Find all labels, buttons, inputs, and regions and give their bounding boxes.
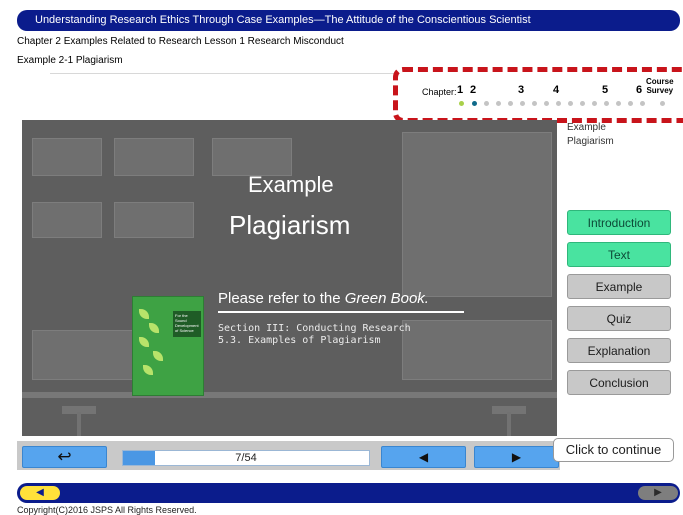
chapter-link-2[interactable]: 2 — [470, 84, 476, 96]
section-line-1: Section III: Conducting Research — [218, 323, 411, 334]
breadcrumb-example: Example 2-1 Plagiarism — [17, 55, 123, 66]
section-button-text[interactable]: Text — [567, 242, 671, 267]
section-button-quiz[interactable]: Quiz — [567, 306, 671, 331]
progress-dot — [616, 101, 621, 106]
next-page-button[interactable]: ▶ — [474, 446, 559, 468]
lab-stool-leg — [77, 412, 81, 436]
page-progress-bar: 7/54 — [122, 450, 370, 466]
refer-text: Please refer to the Green Book. — [218, 290, 429, 307]
slide-panel[interactable]: Example Plagiarism For the Sound Develop… — [22, 120, 557, 436]
book-title: For the Sound Development of Science — [173, 311, 201, 337]
return-icon: ↩ — [57, 447, 72, 466]
copyright-text: Copyright(C)2016 JSPS All Rights Reserve… — [17, 505, 197, 515]
continue-tooltip: Click to continue — [553, 438, 674, 462]
triangle-left-icon: ◀ — [418, 450, 429, 464]
lab-shelf — [32, 202, 102, 238]
chapter-label: Chapter: — [422, 87, 457, 97]
lab-bench — [22, 392, 557, 398]
back-button[interactable]: ↩ — [22, 446, 107, 468]
progress-dot — [556, 101, 561, 106]
chapter-link-3[interactable]: 3 — [518, 84, 524, 96]
course-survey-link[interactable]: Course Survey — [646, 77, 674, 95]
breadcrumb-chapter: Chapter 2 Examples Related to Research L… — [17, 36, 344, 47]
course-survey-label-line1: Course — [646, 77, 674, 86]
triangle-right-icon: ▶ — [511, 450, 522, 464]
divider — [50, 73, 430, 74]
book-leaf-shape — [139, 337, 149, 347]
progress-dot — [532, 101, 537, 106]
chapter-link-4[interactable]: 4 — [553, 84, 559, 96]
section-button-introduction[interactable]: Introduction — [567, 210, 671, 235]
progress-dot — [628, 101, 633, 106]
lab-cabinet — [402, 320, 552, 380]
progress-dot — [580, 101, 585, 106]
sidebar-caption-example: Example — [567, 122, 606, 133]
refer-text-book: Green Book. — [344, 290, 429, 307]
book-leaf-shape — [153, 351, 163, 361]
chapter-link-1[interactable]: 1 — [457, 84, 463, 96]
progress-dot — [592, 101, 597, 106]
progress-dot — [484, 101, 489, 106]
chapter-link-6[interactable]: 6 — [636, 84, 642, 96]
lab-shelf — [114, 138, 194, 176]
section-button-example[interactable]: Example — [567, 274, 671, 299]
footer-next-icon: ▶ — [654, 487, 662, 498]
section-line-2: 5.3. Examples of Plagiarism — [218, 335, 381, 346]
refer-text-lead: Please refer to the — [218, 290, 345, 307]
green-book-image: For the Sound Development of Science — [132, 296, 204, 396]
progress-dot — [520, 101, 525, 106]
course-survey-label-line2: Survey — [646, 86, 674, 95]
previous-page-button[interactable]: ◀ — [381, 446, 466, 468]
progress-dot — [640, 101, 645, 106]
footer-prev-icon: ◀ — [36, 487, 44, 498]
lab-stool-leg — [507, 412, 511, 436]
lab-cabinet — [402, 132, 552, 297]
progress-dot — [508, 101, 513, 106]
sidebar-caption-topic: Plagiarism — [567, 136, 614, 147]
lab-shelf — [212, 138, 292, 176]
progress-dot — [472, 101, 477, 106]
chapter-link-5[interactable]: 5 — [602, 84, 608, 96]
lab-shelf — [114, 202, 194, 238]
book-leaf-shape — [149, 323, 159, 333]
progress-dot — [568, 101, 573, 106]
course-title: Understanding Research Ethics Through Ca… — [35, 14, 531, 26]
progress-dot — [660, 101, 665, 106]
footer-next-button[interactable]: ▶ — [638, 486, 678, 500]
refer-underline — [218, 311, 464, 313]
section-button-conclusion[interactable]: Conclusion — [567, 370, 671, 395]
slide-heading-topic: Plagiarism — [229, 210, 351, 240]
progress-dot — [604, 101, 609, 106]
page-indicator: 7/54 — [235, 452, 257, 464]
section-button-explanation[interactable]: Explanation — [567, 338, 671, 363]
book-leaf-shape — [139, 309, 149, 319]
course-title-bar: Understanding Research Ethics Through Ca… — [17, 10, 680, 31]
slide-heading-example: Example — [248, 172, 334, 197]
progress-dot — [544, 101, 549, 106]
progress-dot — [459, 101, 464, 106]
footer-bar — [17, 483, 680, 503]
progress-dot — [496, 101, 501, 106]
section-reference: Section III: Conducting Research 5.3. Ex… — [218, 323, 411, 347]
book-leaf-shape — [143, 365, 153, 375]
lab-shelf — [32, 138, 102, 176]
footer-previous-button[interactable]: ◀ — [20, 486, 60, 500]
